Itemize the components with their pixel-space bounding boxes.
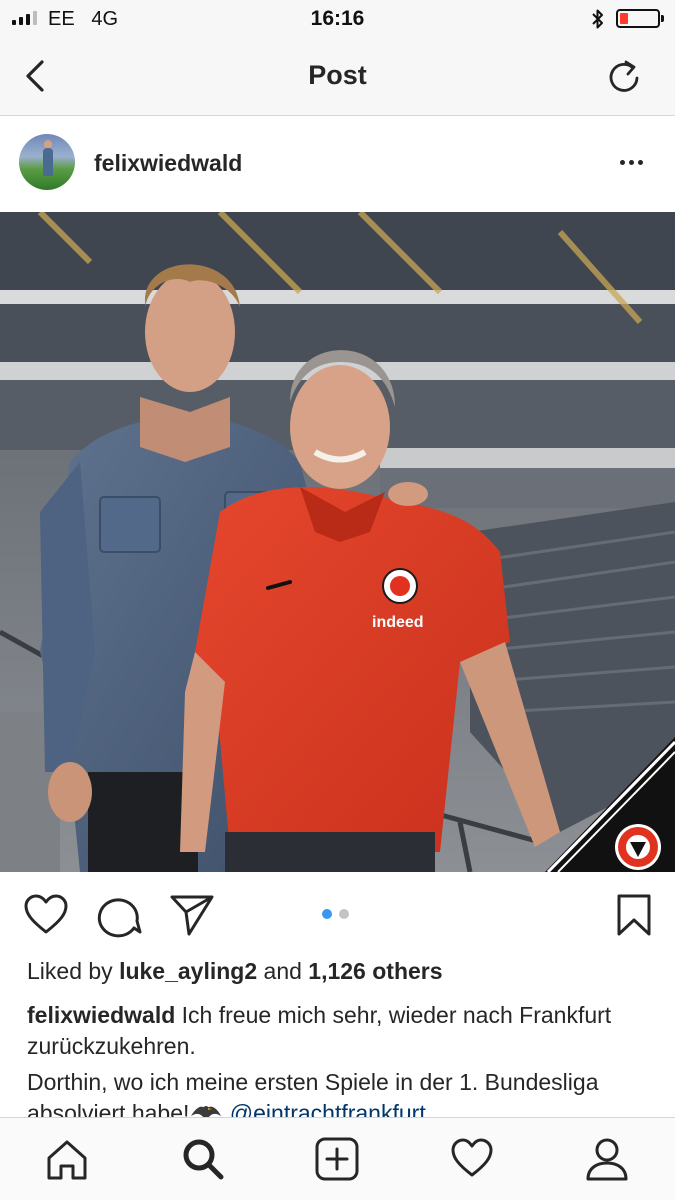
post-photo[interactable]: indeed: [0, 212, 675, 872]
caption-line-1: felixwiedwald Ich freue mich sehr, wiede…: [27, 1000, 647, 1062]
caption-author[interactable]: felixwiedwald: [27, 1002, 175, 1028]
bookmark-icon[interactable]: [610, 892, 658, 938]
clock: 16:16: [310, 7, 365, 30]
bluetooth-icon: [592, 9, 603, 29]
carousel-dot-active: [322, 909, 332, 919]
post-header: felixwiedwald: [0, 116, 675, 212]
share-send-icon[interactable]: [168, 892, 216, 938]
battery-icon: [616, 9, 664, 28]
like-heart-icon[interactable]: [22, 892, 70, 938]
carousel-indicator: [322, 909, 349, 919]
search-icon[interactable]: [180, 1136, 226, 1182]
activity-heart-icon[interactable]: [449, 1136, 495, 1182]
more-horizontal-icon[interactable]: [620, 160, 643, 165]
likes-connector: and: [263, 958, 302, 984]
refresh-icon[interactable]: [606, 56, 642, 96]
liked-by-user[interactable]: luke_ayling2: [119, 958, 257, 984]
post-author-username[interactable]: felixwiedwald: [94, 150, 242, 177]
carousel-dot: [339, 909, 349, 919]
new-post-icon[interactable]: [314, 1136, 360, 1182]
bottom-tab-bar: [0, 1117, 675, 1200]
status-bar: EE 4G 16:16: [0, 0, 675, 38]
shirt-sponsor-text: indeed: [372, 614, 424, 631]
likes-prefix: Liked by: [27, 958, 113, 984]
likes-others-count[interactable]: 1,126 others: [308, 958, 442, 984]
post-actions: [0, 872, 675, 958]
post-caption: felixwiedwald Ich freue mich sehr, wiede…: [27, 1000, 647, 1129]
home-icon[interactable]: [44, 1136, 90, 1182]
avatar[interactable]: [19, 134, 75, 190]
page-title: Post: [308, 60, 367, 90]
comment-icon[interactable]: [96, 892, 144, 938]
profile-icon[interactable]: [584, 1136, 630, 1182]
likes-summary[interactable]: Liked by luke_ayling2 and 1,126 others: [27, 958, 443, 985]
stadium-photo-illustration: indeed: [0, 212, 675, 872]
navigation-bar: Post: [0, 38, 675, 116]
